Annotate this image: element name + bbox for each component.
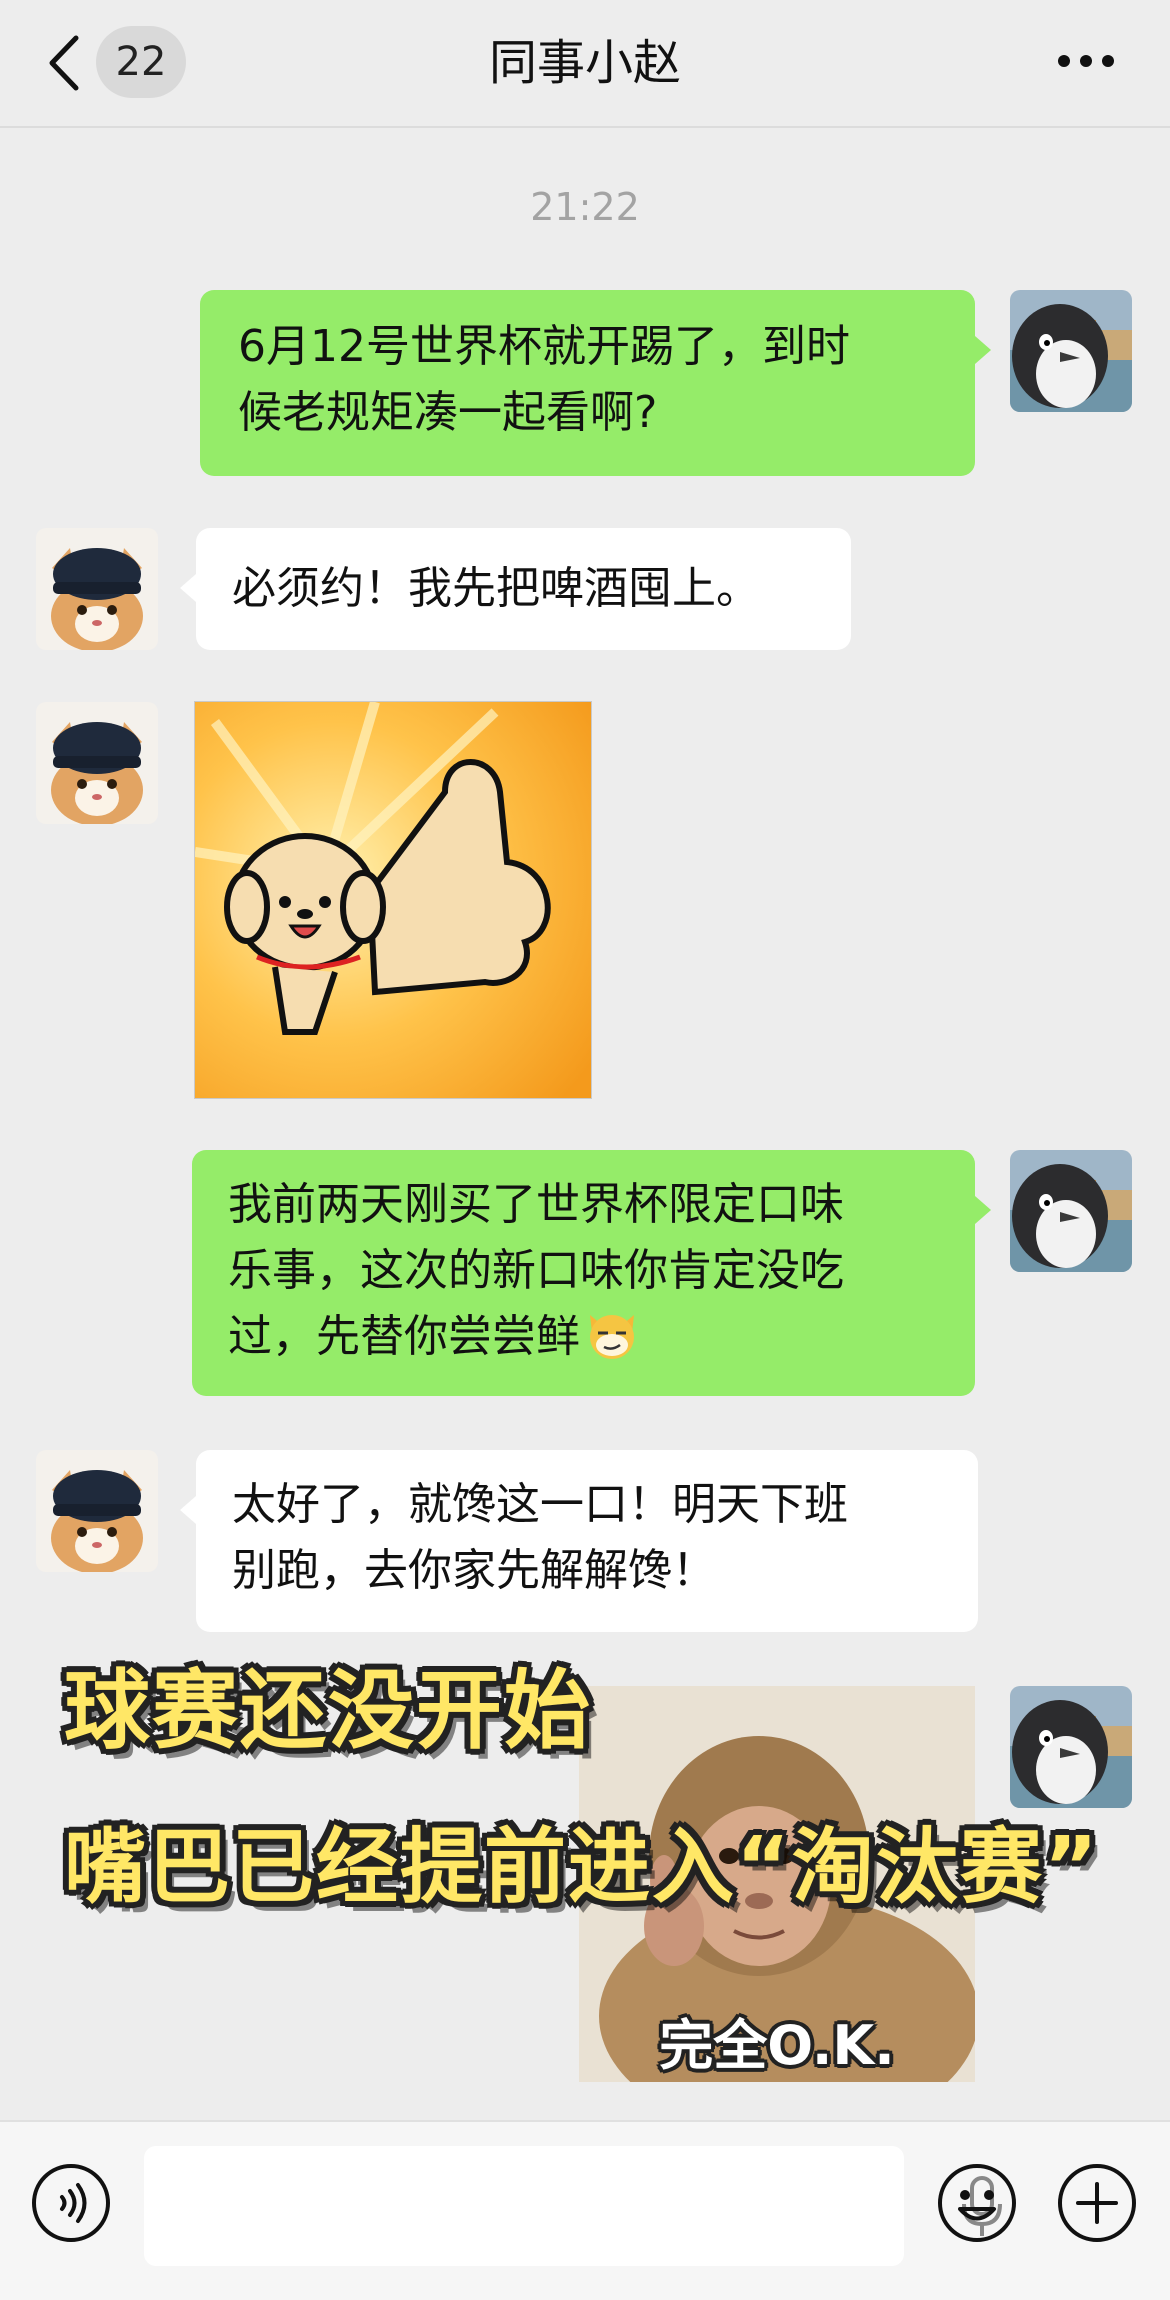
input-toolbar — [0, 2120, 1170, 2300]
sticker-caption: 完全O.K. — [659, 2014, 895, 2077]
my-avatar[interactable] — [1010, 290, 1132, 412]
message-input[interactable] — [144, 2146, 1002, 2266]
voice-button[interactable] — [30, 2162, 112, 2244]
contact-avatar[interactable] — [36, 1450, 158, 1572]
message-text-line: 6月12号世界杯就开踢了，到时 — [238, 321, 850, 372]
penguin-avatar-icon — [1010, 290, 1132, 412]
message-text-line: 过，先替你尝尝鲜 — [228, 1304, 939, 1380]
cat-beanie-avatar-icon — [36, 702, 158, 824]
message-text: 必须约！我先把啤酒囤上。 — [232, 563, 760, 614]
cat-beanie-avatar-icon — [36, 1450, 158, 1572]
penguin-avatar-icon — [1010, 1150, 1132, 1272]
message-text-line: 别跑，去你家先解解馋！ — [232, 1545, 716, 1596]
message-bubble-sent[interactable]: 6月12号世界杯就开踢了，到时 候老规矩凑一起看啊? — [200, 290, 975, 476]
emoji-icon — [938, 2164, 1016, 2242]
smirk-cat-emoji-icon — [584, 1305, 640, 1380]
voice-icon — [32, 2164, 110, 2242]
sticker-puppy-thumbs-up[interactable] — [194, 701, 592, 1099]
chat-header: 22 同事小赵 — [0, 0, 1170, 128]
penguin-avatar-icon — [1010, 1686, 1132, 1808]
message-text-line: 我前两天刚买了世界杯限定口味 — [228, 1179, 844, 1230]
message-text-line: 乐事，这次的新口味你肯定没吃 — [228, 1245, 844, 1296]
contact-avatar[interactable] — [36, 528, 158, 650]
bubble-tail — [180, 574, 196, 602]
message-text-line: 候老规矩凑一起看啊? — [238, 387, 658, 438]
bubble-tail — [975, 1196, 991, 1224]
plus-icon — [1058, 2164, 1136, 2242]
more-dots-icon — [1058, 55, 1114, 67]
overlay-caption-line1: 球赛还没开始 — [64, 1661, 592, 1761]
puppy-thumbs-up-icon — [195, 702, 591, 1098]
more-options-button[interactable] — [1050, 36, 1130, 86]
message-bubble-sent[interactable]: 我前两天刚买了世界杯限定口味 乐事，这次的新口味你肯定没吃 过，先替你尝尝鲜 — [192, 1150, 975, 1396]
message-text-line: 太好了，就馋这一口！明天下班 — [232, 1479, 848, 1530]
contact-avatar[interactable] — [36, 702, 158, 824]
cat-beanie-avatar-icon — [36, 528, 158, 650]
overlay-caption-line2: 嘴巴已经提前进入“淘汰赛” — [64, 1820, 1100, 1915]
my-avatar[interactable] — [1010, 1686, 1132, 1808]
plus-button[interactable] — [1056, 2162, 1138, 2244]
chat-title: 同事小赵 — [488, 35, 681, 91]
message-bubble-received[interactable]: 必须约！我先把啤酒囤上。 — [196, 528, 851, 650]
emoji-button[interactable] — [936, 2162, 1018, 2244]
bubble-tail — [180, 1496, 196, 1524]
bubble-tail — [975, 336, 991, 364]
message-timestamp: 21:22 — [530, 185, 640, 229]
my-avatar[interactable] — [1010, 1150, 1132, 1272]
message-bubble-received[interactable]: 太好了，就馋这一口！明天下班 别跑，去你家先解解馋！ — [196, 1450, 978, 1632]
